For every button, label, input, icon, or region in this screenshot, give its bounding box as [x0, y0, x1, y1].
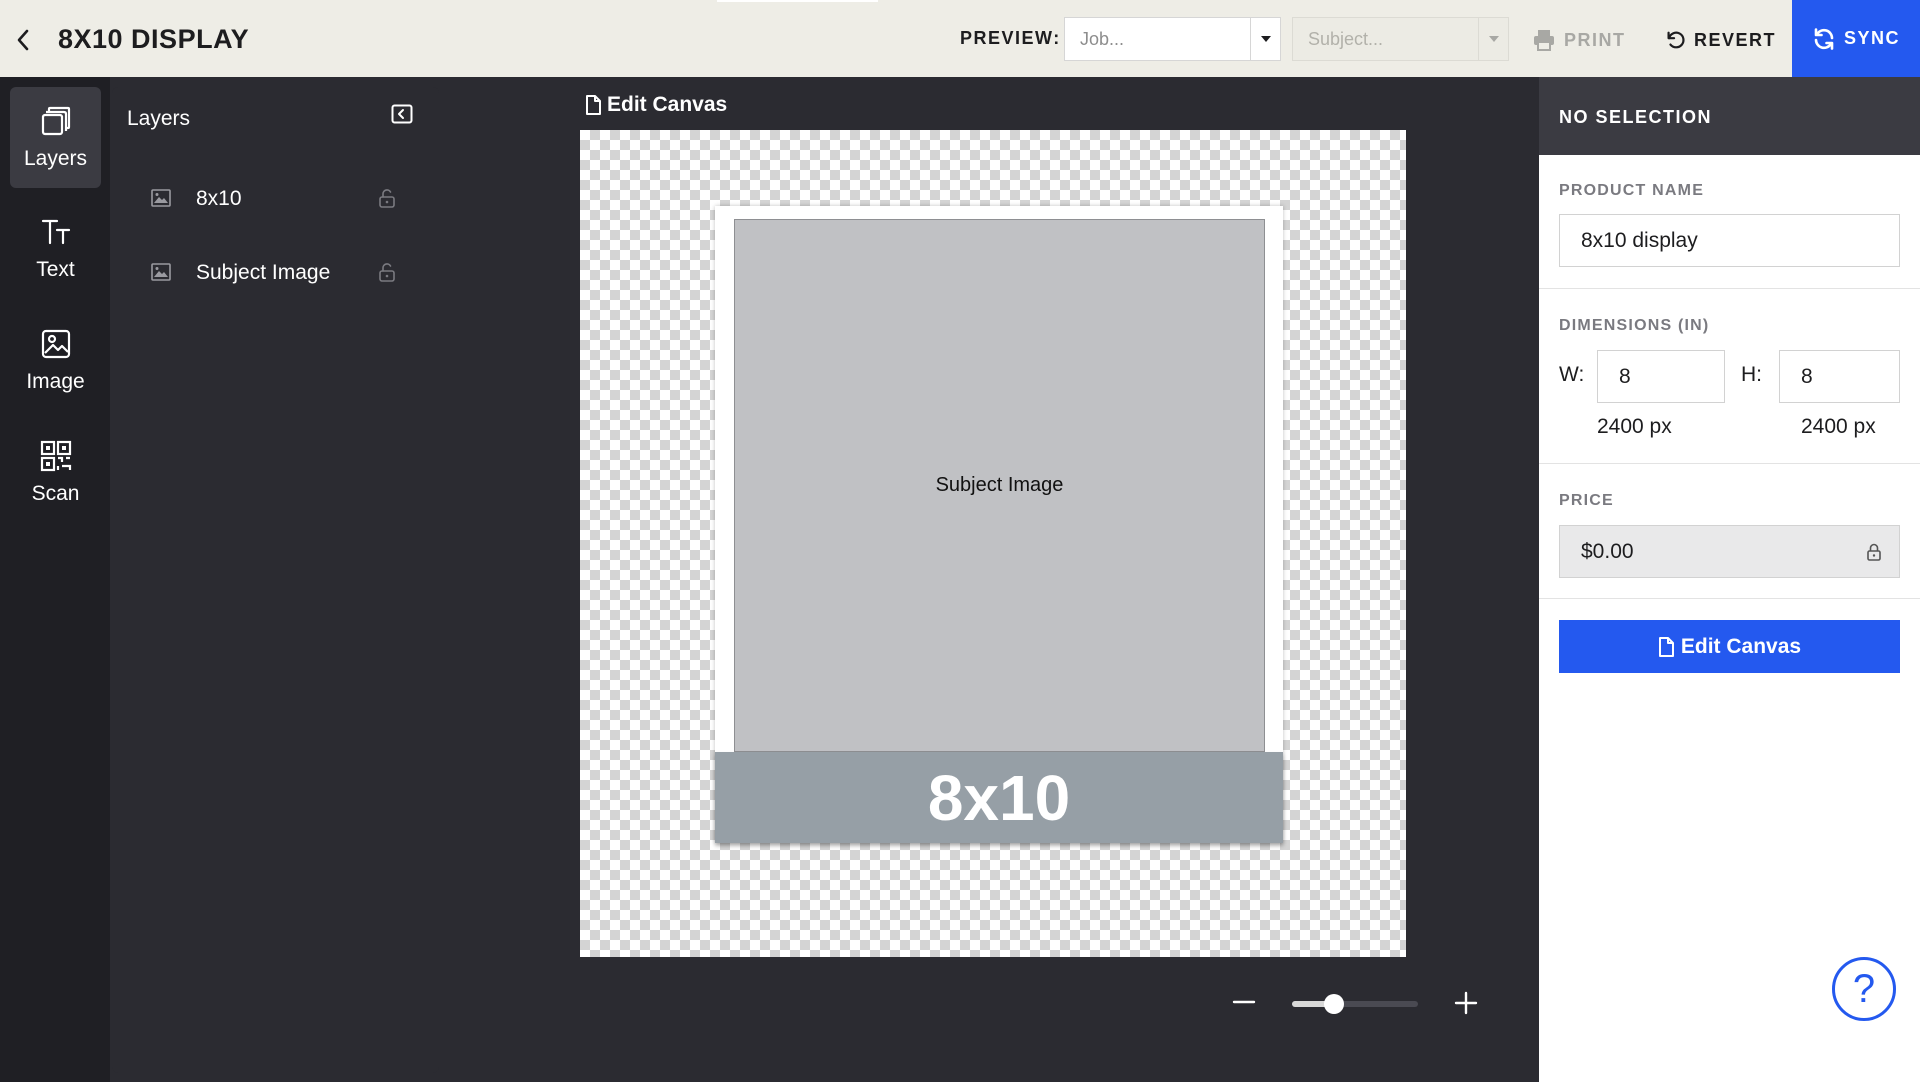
unlock-icon[interactable]: [378, 188, 396, 208]
dimensions-label: DIMENSIONS (IN): [1559, 317, 1710, 334]
inspector-header-label: NO SELECTION: [1559, 107, 1713, 127]
width-px-note: 2400 px: [1597, 415, 1672, 438]
sync-button[interactable]: SYNC: [1792, 0, 1920, 77]
document-icon: [586, 95, 601, 115]
layer-row[interactable]: 8x10: [112, 171, 439, 227]
height-px-note: 2400 px: [1801, 415, 1876, 438]
lock-icon: [1867, 543, 1881, 561]
preview-label: PREVIEW:: [960, 28, 1061, 48]
sync-label: SYNC: [1843, 28, 1900, 48]
height-label: H:: [1741, 363, 1762, 386]
layer-label: 8x10: [196, 187, 242, 210]
rail-item-scan[interactable]: Scan: [10, 422, 101, 523]
top-bar: 8X10 DISPLAY PREVIEW: Job... Subject... …: [0, 0, 1920, 77]
sync-icon: [1814, 27, 1834, 50]
job-select[interactable]: Job...: [1064, 17, 1281, 61]
minus-icon: [1232, 1000, 1256, 1004]
rail-item-text[interactable]: Text: [10, 198, 101, 299]
divider: [1539, 288, 1920, 289]
image-icon: [151, 189, 171, 207]
layers-panel: Layers 8x10 Subject Image: [112, 87, 439, 1073]
product-name-input[interactable]: 8x10 display: [1559, 214, 1900, 267]
price-input: $0.00: [1559, 525, 1900, 578]
rail-label-image: Image: [26, 369, 85, 393]
edit-canvas-link[interactable]: Edit Canvas: [585, 93, 727, 117]
rail-item-layers[interactable]: Layers: [10, 87, 101, 188]
text-icon: [41, 219, 70, 244]
collapse-panel-button[interactable]: [391, 104, 415, 126]
printer-icon: [1534, 30, 1554, 51]
collapse-panel-icon: [391, 104, 413, 124]
zoom-in-button[interactable]: [1452, 989, 1480, 1017]
layer-label: Subject Image: [196, 261, 331, 284]
document-icon: [1658, 636, 1674, 657]
edit-canvas-header: Edit Canvas: [607, 93, 728, 116]
revert-label: REVERT: [1694, 29, 1777, 50]
job-select-placeholder: Job...: [1080, 28, 1125, 49]
help-icon: ?: [1852, 966, 1876, 1011]
zoom-out-button[interactable]: [1230, 990, 1258, 1014]
page-title: 8X10 DISPLAY: [58, 24, 250, 54]
chevron-left-icon: [17, 29, 29, 51]
tool-rail: Layers Text Image Scan: [0, 77, 110, 1082]
subject-select[interactable]: Subject...: [1292, 17, 1509, 61]
subject-image-placeholder[interactable]: Subject Image: [734, 219, 1265, 752]
zoom-slider-track[interactable]: [1292, 1001, 1418, 1007]
back-button[interactable]: [8, 22, 38, 58]
plus-icon: [1454, 991, 1478, 1015]
layers-panel-title: Layers: [127, 107, 191, 130]
subject-select-placeholder: Subject...: [1308, 28, 1384, 49]
width-label: W:: [1559, 363, 1585, 386]
image-icon: [151, 263, 171, 281]
print-label: PRINT: [1564, 29, 1626, 50]
qr-scan-icon: [40, 440, 71, 471]
height-input[interactable]: 8: [1779, 350, 1900, 403]
price-value: $0.00: [1581, 539, 1634, 563]
image-icon: [41, 329, 70, 358]
layer-row[interactable]: Subject Image: [112, 245, 439, 301]
revert-button[interactable]: REVERT: [1664, 22, 1776, 58]
product-name-label: PRODUCT NAME: [1559, 182, 1705, 199]
caret-down-icon: [1478, 18, 1508, 60]
inspector-panel: NO SELECTION PRODUCT NAME 8x10 display D…: [1539, 77, 1920, 1082]
inspector-header: NO SELECTION: [1539, 77, 1920, 155]
size-banner[interactable]: 8x10: [715, 752, 1283, 843]
tab-indicator: [717, 0, 878, 2]
edit-canvas-button-label: Edit Canvas: [1680, 634, 1802, 658]
undo-icon: [1667, 31, 1685, 49]
divider: [1539, 598, 1920, 599]
help-button[interactable]: ?: [1832, 957, 1896, 1021]
print-button[interactable]: PRINT: [1532, 22, 1626, 58]
price-label: PRICE: [1559, 492, 1614, 509]
caret-down-icon: [1250, 18, 1280, 60]
rail-label-scan: Scan: [31, 481, 80, 505]
rail-label-text: Text: [36, 257, 75, 281]
rail-item-image[interactable]: Image: [10, 310, 101, 411]
layers-icon: [41, 106, 70, 135]
zoom-slider-thumb[interactable]: [1324, 994, 1344, 1014]
unlock-icon[interactable]: [378, 262, 396, 282]
divider: [1539, 463, 1920, 464]
width-input[interactable]: 8: [1597, 350, 1725, 403]
rail-label-layers: Layers: [23, 146, 88, 170]
edit-canvas-button[interactable]: Edit Canvas: [1559, 620, 1900, 673]
subject-image-label: Subject Image: [935, 474, 1064, 496]
size-banner-text: 8x10: [927, 761, 1071, 834]
